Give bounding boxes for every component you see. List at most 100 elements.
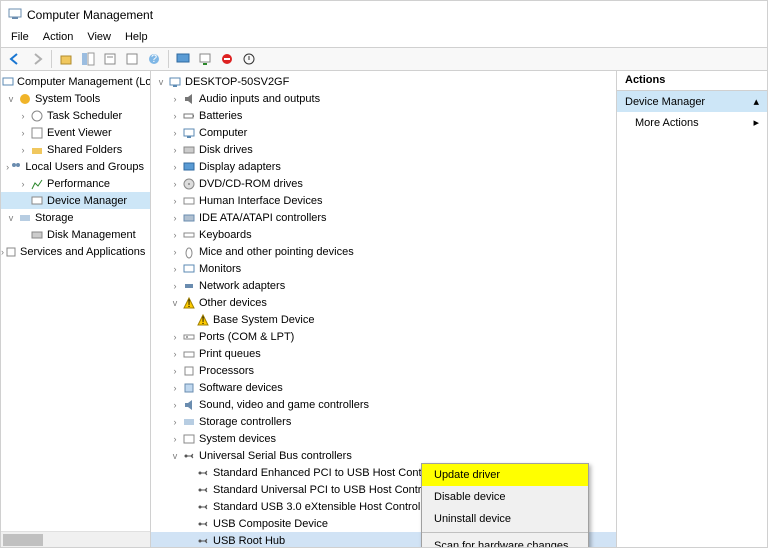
expand-icon[interactable]: ›: [17, 145, 29, 155]
tree-item-device-manager[interactable]: Device Manager: [1, 192, 150, 209]
refresh-icon[interactable]: [122, 49, 142, 69]
device-item-base-system[interactable]: !Base System Device: [151, 311, 616, 328]
device-tree-item[interactable]: ›Display adapters: [151, 158, 616, 175]
device-tree-item[interactable]: ›Batteries: [151, 107, 616, 124]
expand-icon[interactable]: ›: [169, 417, 181, 427]
device-tree-item[interactable]: › Storage controllers: [151, 413, 616, 430]
close-button[interactable]: : [722, 1, 767, 29]
tree-storage[interactable]: vStorage: [1, 209, 150, 226]
expand-icon[interactable]: ›: [169, 145, 181, 155]
context-scan-hardware[interactable]: Scan for hardware changes: [422, 535, 588, 547]
device-tree-item[interactable]: ›Human Interface Devices: [151, 192, 616, 209]
context-update-driver[interactable]: Update driver: [422, 464, 588, 486]
menu-help[interactable]: Help: [119, 29, 154, 47]
expand-icon[interactable]: ›: [17, 179, 29, 189]
context-disable-device[interactable]: Disable device: [422, 486, 588, 508]
horizontal-scrollbar[interactable]: [1, 531, 150, 547]
tree-item-performance[interactable]: ›Performance: [1, 175, 150, 192]
tools-icon: [17, 91, 33, 107]
tree-item-local-users[interactable]: ›Local Users and Groups: [1, 158, 150, 175]
menu-action[interactable]: Action: [37, 29, 80, 47]
device-category-usb[interactable]: vUniversal Serial Bus controllers: [151, 447, 616, 464]
disable-icon[interactable]: [217, 49, 237, 69]
up-icon[interactable]: [56, 49, 76, 69]
expand-icon[interactable]: v: [5, 94, 17, 104]
expand-icon[interactable]: ›: [169, 94, 181, 104]
device-category-other[interactable]: v!Other devices: [151, 294, 616, 311]
device-tree-item[interactable]: › IDE ATA/ATAPI controllers: [151, 209, 616, 226]
device-tree-item[interactable]: ›System devices: [151, 430, 616, 447]
tree-item-task-scheduler[interactable]: ›Task Scheduler: [1, 107, 150, 124]
expand-icon[interactable]: ›: [169, 434, 181, 444]
expand-icon[interactable]: v: [169, 451, 181, 461]
menu-file[interactable]: File: [5, 29, 35, 47]
device-tree-item[interactable]: ›Monitors: [151, 260, 616, 277]
tree-item-shared-folders[interactable]: ›Shared Folders: [1, 141, 150, 158]
device-tree-item[interactable]: ›Audio inputs and outputs: [151, 90, 616, 107]
back-button[interactable]: [5, 49, 25, 69]
disk-mgmt-icon: [29, 227, 45, 243]
tree-item-disk-management[interactable]: Disk Management: [1, 226, 150, 243]
menu-view[interactable]: View: [81, 29, 117, 47]
expand-icon[interactable]: ›: [169, 196, 181, 206]
expand-icon[interactable]: ›: [169, 128, 181, 138]
expand-icon[interactable]: ›: [169, 366, 181, 376]
tree-system-tools[interactable]: v System Tools: [1, 90, 150, 107]
expand-icon[interactable]: ›: [169, 111, 181, 121]
expand-icon[interactable]: ›: [169, 332, 181, 342]
expand-icon[interactable]: ›: [169, 179, 181, 189]
tree-services-apps[interactable]: ›Services and Applications: [1, 243, 150, 260]
device-tree-item[interactable]: ›Sound, video and game controllers: [151, 396, 616, 413]
device-label: IDE ATA/ATAPI controllers: [199, 212, 333, 224]
tree-root[interactable]: Computer Management (Local: [1, 73, 150, 90]
expand-icon[interactable]: v: [169, 298, 181, 308]
expand-icon[interactable]: ›: [169, 400, 181, 410]
expand-icon[interactable]: ›: [169, 247, 181, 257]
expand-icon[interactable]: ›: [17, 111, 29, 121]
expand-icon[interactable]: ›: [169, 264, 181, 274]
device-tree-item[interactable]: ›DVD/CD-ROM drives: [151, 175, 616, 192]
expand-icon[interactable]: v: [155, 77, 167, 87]
titlebar: Computer Management   : [1, 1, 767, 29]
device-tree-item[interactable]: ›Network adapters: [151, 277, 616, 294]
device-tree-item[interactable]: ›Print queues: [151, 345, 616, 362]
expand-icon[interactable]: ›: [169, 383, 181, 393]
expand-icon[interactable]: v: [5, 213, 17, 223]
context-uninstall-device[interactable]: Uninstall device: [422, 508, 588, 530]
actions-selected-node[interactable]: Device Manager ▴: [617, 91, 767, 112]
show-hide-tree-icon[interactable]: [78, 49, 98, 69]
device-tree-item[interactable]: ›Disk drives: [151, 141, 616, 158]
device-tree-item[interactable]: › Processors: [151, 362, 616, 379]
expand-icon[interactable]: ›: [169, 162, 181, 172]
actions-more-actions[interactable]: More Actions ▸: [617, 112, 767, 133]
device-tree-item[interactable]: ›Computer: [151, 124, 616, 141]
tree-item-event-viewer[interactable]: ›Event Viewer: [1, 124, 150, 141]
device-root[interactable]: vDESKTOP-50SV2GF: [151, 73, 616, 90]
forward-button[interactable]: [27, 49, 47, 69]
expand-icon[interactable]: ›: [169, 213, 181, 223]
device-tree-item[interactable]: ›Ports (COM & LPT): [151, 328, 616, 345]
users-icon: [9, 159, 23, 175]
device-label: Storage controllers: [199, 416, 297, 428]
context-menu: Update driver Disable device Uninstall d…: [421, 463, 589, 547]
maximize-button[interactable]: : [677, 1, 722, 29]
warn-icon: !: [195, 312, 211, 328]
expand-icon[interactable]: ›: [169, 230, 181, 240]
usb-icon: [195, 482, 211, 498]
properties-icon[interactable]: [100, 49, 120, 69]
minimize-button[interactable]: : [632, 1, 677, 29]
device-tree-item[interactable]: ›Keyboards: [151, 226, 616, 243]
expand-icon[interactable]: ›: [169, 349, 181, 359]
monitor-icon[interactable]: [173, 49, 193, 69]
device-label: Processors: [199, 365, 260, 377]
expand-icon[interactable]: ›: [17, 128, 29, 138]
device-tree-item[interactable]: ›Software devices: [151, 379, 616, 396]
scan-icon[interactable]: [195, 49, 215, 69]
console-tree[interactable]: Computer Management (Local v System Tool…: [1, 71, 150, 262]
help-icon[interactable]: ?: [144, 49, 164, 69]
expand-icon[interactable]: ›: [169, 281, 181, 291]
kbd-icon: [181, 227, 197, 243]
collapse-icon[interactable]: ▴: [753, 95, 759, 108]
uninstall-icon[interactable]: [239, 49, 259, 69]
device-tree-item[interactable]: ›Mice and other pointing devices: [151, 243, 616, 260]
